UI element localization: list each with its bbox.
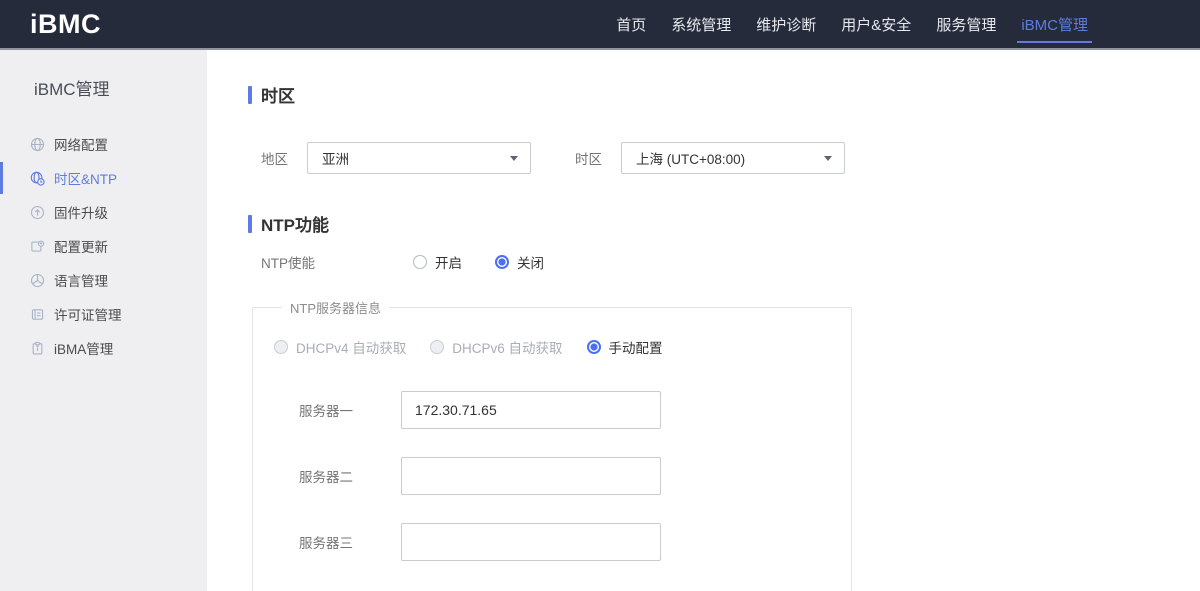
chevron-down-icon xyxy=(824,155,832,161)
timezone-select[interactable]: 上海 (UTC+08:00) xyxy=(621,142,845,174)
server-three-label: 服务器三 xyxy=(299,536,353,551)
ntp-server-row-1: 服务器一 xyxy=(274,391,851,429)
nav-item-service-mgmt[interactable]: 服务管理 xyxy=(936,0,996,48)
ntp-server-row-2: 服务器二 xyxy=(274,457,851,495)
sidebar-item-firmware-upgrade[interactable]: 固件升级 xyxy=(0,195,207,229)
timezone-label: 时区 xyxy=(575,152,602,167)
nav-item-user-security[interactable]: 用户&安全 xyxy=(841,0,911,48)
server-one-label: 服务器一 xyxy=(299,404,353,419)
nav-item-maintenance[interactable]: 维护诊断 xyxy=(756,0,816,48)
top-navbar: iBMC 首页 系统管理 维护诊断 用户&安全 服务管理 iBMC管理 xyxy=(0,0,1200,50)
language-icon xyxy=(30,273,45,288)
section-title-ntp: NTP功能 xyxy=(248,211,1200,236)
sidebar-item-timezone-ntp[interactable]: 时区&NTP xyxy=(0,161,207,195)
timezone-clock-icon xyxy=(30,171,45,186)
ntp-mode-manual-radio[interactable]: 手动配置 xyxy=(586,337,663,357)
sidebar-item-label: 时区&NTP xyxy=(54,172,118,187)
section-title-text: NTP功能 xyxy=(261,216,329,235)
ntp-enable-label: NTP使能 xyxy=(261,256,315,271)
sidebar-item-network-config[interactable]: 网络配置 xyxy=(0,127,207,161)
ntp-enable-row: NTP使能 开启 关闭 xyxy=(261,252,1200,272)
sidebar-item-label: iBMA管理 xyxy=(54,342,114,357)
license-icon xyxy=(30,307,45,322)
ibma-clipboard-icon xyxy=(30,341,45,356)
server-one-input[interactable] xyxy=(401,391,661,429)
ntp-server-row-3: 服务器三 xyxy=(274,523,851,561)
ntp-section: NTP功能 NTP使能 开启 关闭 NTP服务器信息 DHCPv4 自动获取 D… xyxy=(248,211,1200,591)
sidebar-item-language-mgmt[interactable]: 语言管理 xyxy=(0,263,207,297)
app-window: iBMC 首页 系统管理 维护诊断 用户&安全 服务管理 iBMC管理 iBMC… xyxy=(0,0,1200,591)
timezone-select-value: 上海 (UTC+08:00) xyxy=(636,152,746,167)
primary-nav: 首页 系统管理 维护诊断 用户&安全 服务管理 iBMC管理 xyxy=(616,0,1092,48)
sidebar-menu: 网络配置 时区&NTP 固件升级 配置更新 语言管理 许可证管理 iBMA管理 xyxy=(0,127,207,365)
radio-unselected-icon xyxy=(413,255,427,269)
network-globe-icon xyxy=(30,137,45,152)
sidebar-item-label: 许可证管理 xyxy=(54,308,122,323)
server-three-input[interactable] xyxy=(401,523,661,561)
ntp-enable-off-radio[interactable]: 关闭 xyxy=(495,252,544,272)
sidebar-item-license-mgmt[interactable]: 许可证管理 xyxy=(0,297,207,331)
server-two-label: 服务器二 xyxy=(299,470,353,485)
sidebar-item-label: 网络配置 xyxy=(54,138,108,153)
timezone-form-row: 地区 亚洲 时区 上海 (UTC+08:00) xyxy=(261,142,1200,174)
config-update-icon xyxy=(30,239,45,254)
nav-item-system-mgmt[interactable]: 系统管理 xyxy=(671,0,731,48)
nav-item-ibmc-mgmt[interactable]: iBMC管理 xyxy=(1017,0,1092,48)
sidebar-item-label: 固件升级 xyxy=(54,206,108,221)
ntp-enable-on-radio[interactable]: 开启 xyxy=(413,252,462,272)
region-select-value: 亚洲 xyxy=(322,152,349,167)
radio-option-label: DHCPv6 自动获取 xyxy=(452,341,563,356)
ntp-mode-dhcpv6-radio[interactable]: DHCPv6 自动获取 xyxy=(430,337,563,357)
ntp-mode-row: DHCPv4 自动获取 DHCPv6 自动获取 手动配置 xyxy=(274,337,851,357)
section-title-timezone: 时区 xyxy=(248,82,1200,107)
sidebar-item-config-update[interactable]: 配置更新 xyxy=(0,229,207,263)
sidebar-item-label: 配置更新 xyxy=(54,240,108,255)
ntp-server-legend: NTP服务器信息 xyxy=(290,301,382,316)
sidebar: iBMC管理 网络配置 时区&NTP 固件升级 配置更新 语言管理 许可证管理 … xyxy=(0,50,222,591)
radio-option-label: 手动配置 xyxy=(608,341,663,356)
region-label: 地区 xyxy=(261,152,288,167)
radio-disabled-icon xyxy=(430,340,445,354)
app-logo: iBMC xyxy=(30,8,101,39)
sidebar-item-ibma-mgmt[interactable]: iBMA管理 xyxy=(0,331,207,365)
radio-selected-icon xyxy=(586,340,601,354)
sidebar-item-label: 语言管理 xyxy=(54,274,108,289)
radio-disabled-icon xyxy=(274,340,288,354)
timezone-section: 时区 地区 亚洲 时区 上海 (UTC+08:00) xyxy=(248,82,1200,174)
server-two-input[interactable] xyxy=(401,457,661,495)
chevron-down-icon xyxy=(510,155,518,161)
region-select[interactable]: 亚洲 xyxy=(307,142,531,174)
radio-selected-icon xyxy=(495,255,509,269)
title-accent-bar xyxy=(248,85,252,104)
title-accent-bar xyxy=(248,214,252,233)
main-content: 时区 地区 亚洲 时区 上海 (UTC+08:00) NTP功能 NTP使能 开… xyxy=(207,50,1200,591)
radio-option-label: 开启 xyxy=(435,256,462,271)
firmware-upgrade-icon xyxy=(30,205,45,220)
nav-item-home[interactable]: 首页 xyxy=(616,0,646,48)
ntp-mode-dhcpv4-radio[interactable]: DHCPv4 自动获取 xyxy=(274,337,406,357)
radio-option-label: 关闭 xyxy=(517,256,544,271)
radio-option-label: DHCPv4 自动获取 xyxy=(296,341,407,356)
ntp-server-fieldset: NTP服务器信息 DHCPv4 自动获取 DHCPv6 自动获取 手动配置 服务… xyxy=(252,298,852,591)
section-title-text: 时区 xyxy=(261,87,295,106)
sidebar-title: iBMC管理 xyxy=(34,80,110,99)
